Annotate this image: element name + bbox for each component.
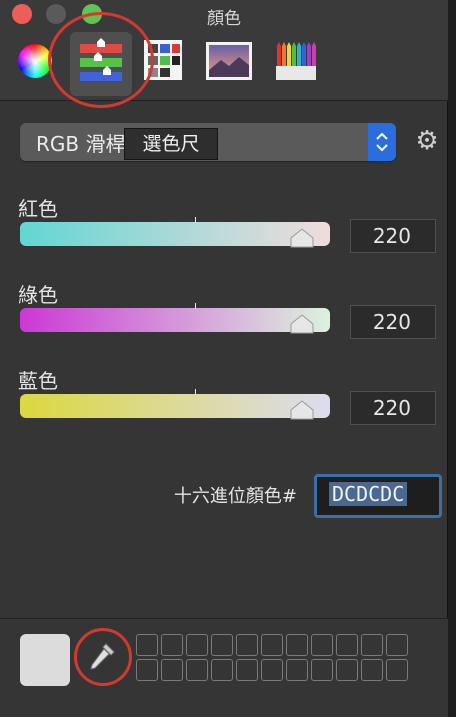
swatch-grid: [136, 634, 408, 681]
empty-swatch[interactable]: [136, 634, 158, 656]
tooltip: 選色尺: [124, 128, 218, 160]
image-icon: [206, 42, 252, 80]
empty-swatch[interactable]: [161, 659, 183, 681]
empty-swatch[interactable]: [236, 659, 258, 681]
empty-swatch[interactable]: [336, 634, 358, 656]
annotation-circle-sliders-tab: [48, 12, 154, 108]
empty-swatch[interactable]: [386, 659, 408, 681]
green-slider-thumb[interactable]: [290, 314, 314, 334]
popup-arrows-icon: [368, 123, 396, 161]
gear-icon[interactable]: ⚙: [412, 126, 442, 156]
slider-mode-label: RGB 滑桿: [36, 132, 126, 156]
red-label: 紅色: [18, 197, 58, 221]
empty-swatch[interactable]: [211, 659, 233, 681]
empty-swatch[interactable]: [236, 634, 258, 656]
current-color-swatch[interactable]: [20, 634, 70, 686]
empty-swatch[interactable]: [186, 634, 208, 656]
hex-label: 十六進位顏色#: [173, 486, 297, 507]
blue-label: 藍色: [18, 369, 58, 393]
empty-swatch[interactable]: [286, 659, 308, 681]
slider-tick: [195, 303, 196, 309]
hex-input[interactable]: DCDCDC: [314, 474, 442, 518]
blue-value-field[interactable]: 220: [350, 391, 436, 425]
empty-swatch[interactable]: [361, 659, 383, 681]
empty-swatch[interactable]: [361, 634, 383, 656]
hex-value: DCDCDC: [329, 482, 408, 506]
empty-swatch[interactable]: [186, 659, 208, 681]
empty-swatch[interactable]: [336, 659, 358, 681]
color-picker-window: 顏色 RGB 滑桿 ⚙ 選色尺 紅色 220 綠色 220 藍色 220 十六進…: [0, 0, 448, 717]
empty-swatch[interactable]: [211, 634, 233, 656]
red-value-field[interactable]: 220: [350, 219, 436, 253]
red-slider[interactable]: [20, 217, 330, 248]
empty-swatch[interactable]: [311, 659, 333, 681]
green-value-field[interactable]: 220: [350, 305, 436, 339]
green-slider[interactable]: [20, 303, 330, 334]
tab-image-palettes[interactable]: [198, 32, 260, 96]
color-wheel-icon: [18, 44, 52, 78]
tab-pencils[interactable]: [266, 32, 328, 96]
empty-swatch[interactable]: [136, 659, 158, 681]
annotation-circle-eyedropper: [74, 628, 132, 686]
slider-tick: [195, 389, 196, 395]
slider-tick: [195, 217, 196, 223]
empty-swatch[interactable]: [286, 634, 308, 656]
empty-swatch[interactable]: [261, 634, 283, 656]
blue-slider[interactable]: [20, 389, 330, 420]
red-slider-thumb[interactable]: [290, 228, 314, 248]
pencils-icon: [276, 42, 316, 80]
empty-swatch[interactable]: [261, 659, 283, 681]
empty-swatch[interactable]: [311, 634, 333, 656]
blue-slider-thumb[interactable]: [290, 400, 314, 420]
empty-swatch[interactable]: [386, 634, 408, 656]
green-label: 綠色: [18, 283, 58, 307]
empty-swatch[interactable]: [161, 634, 183, 656]
